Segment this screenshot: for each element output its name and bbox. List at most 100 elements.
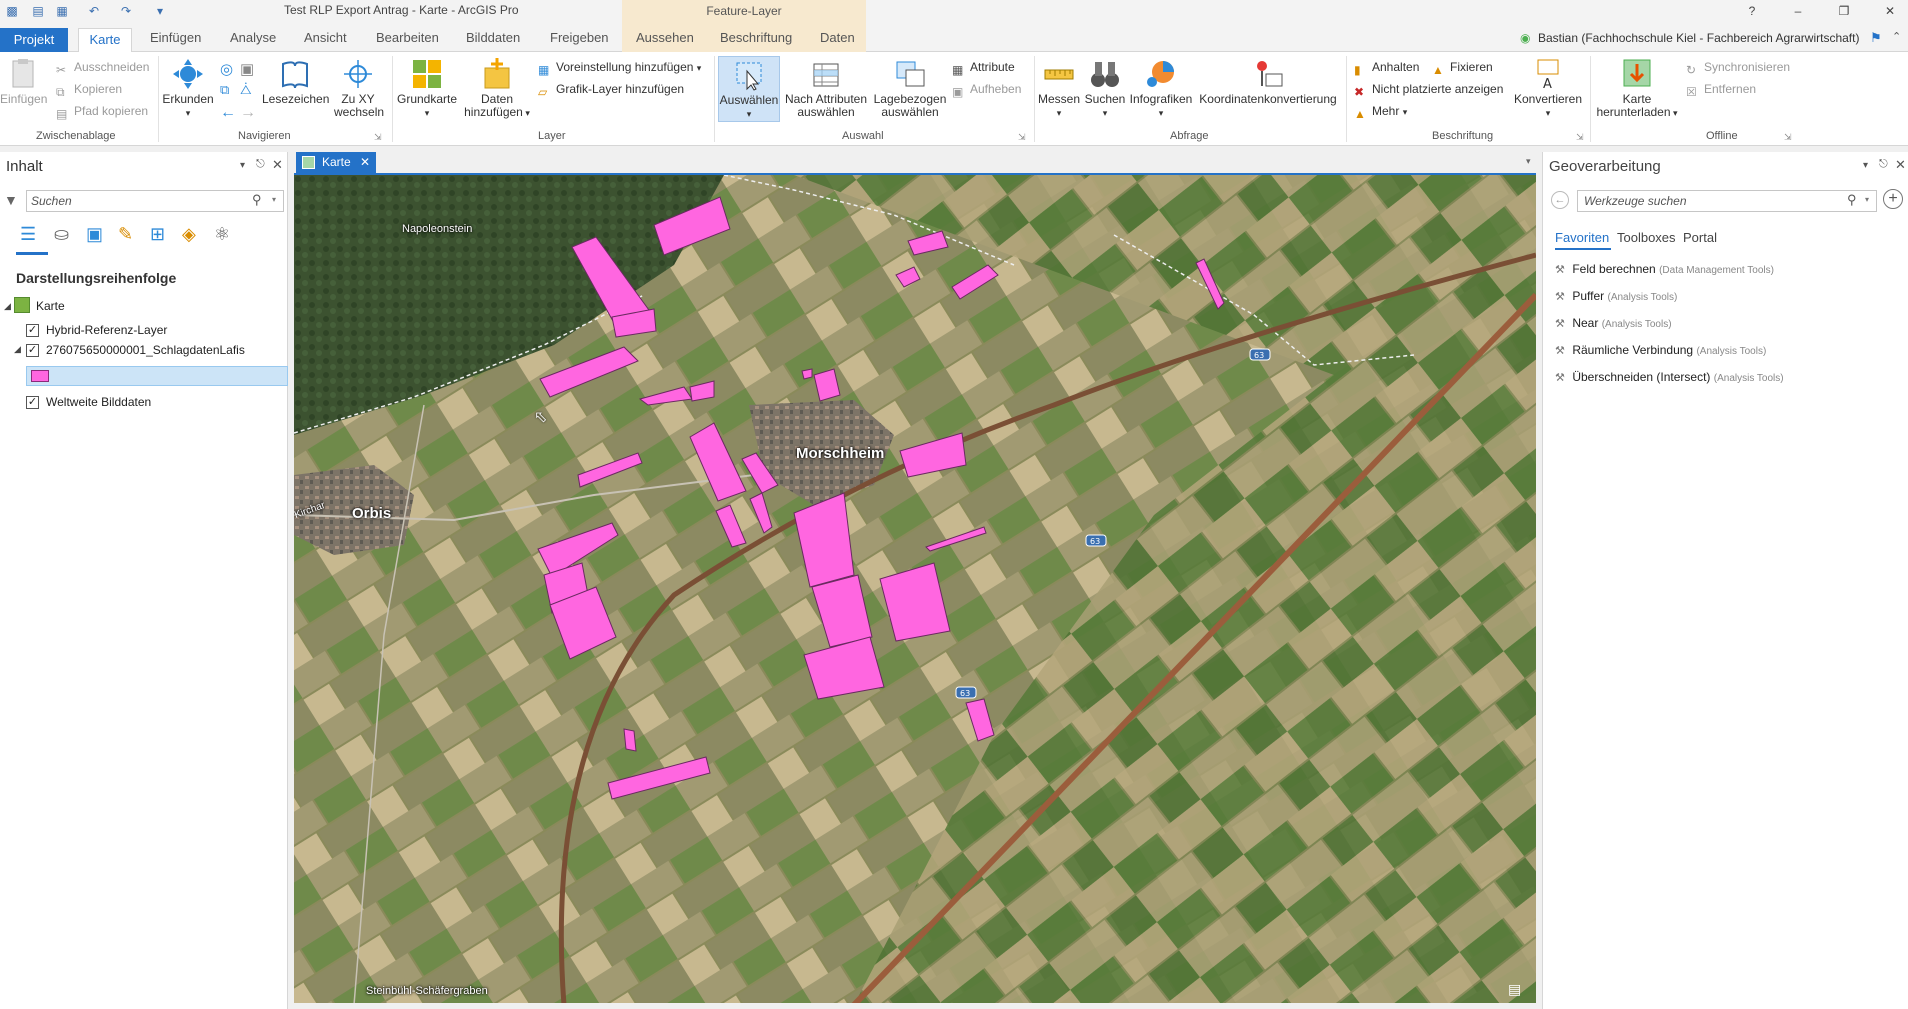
- add-graphics-layer-button[interactable]: ▱ Grafik-Layer hinzufügen: [538, 82, 684, 99]
- close-map-tab-icon[interactable]: ✕: [360, 152, 370, 173]
- tool-item[interactable]: ⚒ Puffer (Analysis Tools): [1555, 289, 1677, 303]
- clear-selection-button[interactable]: ▣ Aufheben: [952, 82, 1021, 99]
- more-labeling-button[interactable]: ▲ Mehr ▾: [1354, 104, 1407, 121]
- list-by-labeling-icon[interactable]: ◈: [182, 224, 196, 245]
- goto-xy-button[interactable]: Zu XY wechseln: [334, 58, 384, 119]
- pane-options-icon[interactable]: ▾: [240, 160, 245, 171]
- notification-icon[interactable]: ⚑: [1870, 30, 1882, 46]
- user-account[interactable]: Bastian (Fachhochschule Kiel - Fachberei…: [1538, 31, 1859, 45]
- copy-button[interactable]: ⧉ Kopieren: [56, 82, 122, 99]
- tab-beschriftung[interactable]: Beschriftung: [720, 30, 792, 45]
- locate-button[interactable]: Suchen ▾: [1084, 58, 1126, 120]
- redo-icon[interactable]: ↷: [118, 3, 134, 19]
- select-by-attributes-button[interactable]: Nach Attributen auswählen: [784, 58, 868, 119]
- previous-extent-icon[interactable]: ←: [220, 104, 236, 122]
- tool-item[interactable]: ⚒ Überschneiden (Intersect) (Analysis To…: [1555, 370, 1784, 384]
- dialog-launcher-icon[interactable]: ⇲: [374, 132, 382, 143]
- tool-item[interactable]: ⚒ Räumliche Verbindung (Analysis Tools): [1555, 343, 1766, 357]
- parcel[interactable]: [801, 368, 813, 380]
- close-pane-icon[interactable]: ✕: [272, 157, 283, 173]
- lock-labels-button[interactable]: ▲ Fixieren: [1432, 60, 1493, 77]
- add-icon[interactable]: +: [1883, 189, 1903, 209]
- dialog-launcher-icon[interactable]: ⇲: [1576, 132, 1584, 143]
- copy-path-button[interactable]: ▤ Pfad kopieren: [56, 104, 148, 121]
- next-extent-icon[interactable]: →: [240, 104, 256, 122]
- select-button[interactable]: Auswählen ▾: [718, 56, 780, 122]
- layer-hybrid-reference[interactable]: Hybrid-Referenz-Layer: [46, 323, 167, 337]
- basemap-button[interactable]: Grundkarte ▾: [396, 58, 458, 120]
- tab-favoriten[interactable]: Favoriten: [1555, 230, 1609, 245]
- explore-button[interactable]: Erkunden ▾: [162, 58, 214, 120]
- tool-search-input[interactable]: Werkzeuge suchen: [1577, 190, 1877, 212]
- tab-bearbeiten[interactable]: Bearbeiten: [376, 30, 439, 45]
- close-pane-icon[interactable]: ✕: [1895, 157, 1906, 173]
- list-by-source-icon[interactable]: ⛀: [54, 224, 69, 245]
- fixed-zoom-icon[interactable]: ▣: [240, 60, 254, 78]
- help-button[interactable]: ?: [1740, 2, 1764, 20]
- bookmarks-button[interactable]: Lesezeichen: [262, 58, 329, 106]
- pause-labeling-button[interactable]: ▮ Anhalten: [1354, 60, 1419, 77]
- coordinate-conversion-button[interactable]: Koordinatenkonvertierung: [1196, 58, 1340, 106]
- close-button[interactable]: ✕: [1878, 2, 1902, 20]
- tab-ansicht[interactable]: Ansicht: [304, 30, 347, 45]
- expand-layer-icon[interactable]: ◢: [14, 344, 21, 355]
- tool-item[interactable]: ⚒ Near (Analysis Tools): [1555, 316, 1672, 330]
- tab-karte[interactable]: Karte: [78, 28, 132, 53]
- map-view-tab[interactable]: Karte ✕: [296, 152, 376, 173]
- search-options-icon[interactable]: ▾: [272, 195, 276, 204]
- tab-bilddaten[interactable]: Bilddaten: [466, 30, 520, 45]
- tab-einfuegen[interactable]: Einfügen: [150, 30, 201, 45]
- collapse-ribbon-icon[interactable]: ⌃: [1892, 30, 1901, 43]
- pin-icon[interactable]: ⎋: [256, 158, 265, 171]
- layer-symbol-row[interactable]: [26, 366, 288, 386]
- sync-button[interactable]: ↻ Synchronisieren: [1686, 60, 1790, 77]
- restore-button[interactable]: ❐: [1832, 2, 1856, 20]
- attributes-button[interactable]: ▦ Attribute: [952, 60, 1015, 77]
- tab-projekt[interactable]: Projekt: [0, 28, 68, 52]
- convert-button[interactable]: A Konvertieren ▾: [1510, 58, 1586, 120]
- map-notes-icon[interactable]: ▤: [1508, 981, 1521, 998]
- select-by-location-button[interactable]: Lagebezogen auswählen: [870, 58, 950, 119]
- list-by-selection-icon[interactable]: ▣: [86, 224, 103, 245]
- infographics-button[interactable]: Infografiken ▾: [1128, 58, 1194, 120]
- cut-button[interactable]: ✂ Ausschneiden: [56, 60, 149, 77]
- add-data-button[interactable]: Daten hinzufügen ▾: [462, 58, 532, 120]
- customize-toolbar-icon[interactable]: ▾: [152, 3, 168, 19]
- layer-visibility-checkbox[interactable]: ✓: [26, 344, 39, 357]
- tab-daten[interactable]: Daten: [820, 30, 855, 45]
- measure-button[interactable]: Messen ▾: [1036, 58, 1082, 120]
- map-node[interactable]: Karte: [36, 299, 65, 313]
- layer-world-imagery[interactable]: Weltweite Bilddaten: [46, 395, 151, 409]
- tool-item[interactable]: ⚒ Feld berechnen (Data Management Tools): [1555, 262, 1774, 276]
- contents-search-input[interactable]: Suchen: [26, 190, 284, 212]
- parcel[interactable]: [623, 728, 637, 752]
- zoom-in-icon[interactable]: ⧉: [220, 82, 229, 98]
- list-by-perspective-icon[interactable]: ⚛: [214, 224, 230, 245]
- search-options-icon[interactable]: ▾: [1865, 195, 1869, 204]
- list-by-snapping-icon[interactable]: ⊞: [150, 224, 165, 245]
- tab-toolboxes[interactable]: Toolboxes: [1617, 230, 1676, 245]
- polygon-symbol-swatch[interactable]: [31, 370, 49, 382]
- map-canvas[interactable]: 63 63 63: [294, 175, 1536, 1003]
- tab-freigeben[interactable]: Freigeben: [550, 30, 609, 45]
- layer-visibility-checkbox[interactable]: ✓: [26, 324, 39, 337]
- full-extent-icon[interactable]: ◎: [220, 60, 233, 78]
- zoom-out-icon[interactable]: ⧊: [240, 82, 252, 98]
- add-preset-button[interactable]: ▦ Voreinstellung hinzufügen ▾: [538, 60, 701, 77]
- dialog-launcher-icon[interactable]: ⇲: [1018, 132, 1026, 143]
- pane-options-icon[interactable]: ▾: [1863, 160, 1868, 171]
- map-tabs-overflow-icon[interactable]: ▾: [1526, 156, 1531, 167]
- download-map-button[interactable]: Karte herunterladen ▾: [1594, 58, 1680, 120]
- list-by-editing-icon[interactable]: ✎: [118, 224, 133, 245]
- filter-icon[interactable]: ▼: [4, 192, 18, 208]
- paste-button[interactable]: Einfügen: [0, 58, 47, 106]
- layer-visibility-checkbox[interactable]: ✓: [26, 396, 39, 409]
- save-icon[interactable]: ▩: [4, 3, 20, 19]
- search-icon[interactable]: ⚲: [1847, 192, 1857, 208]
- minimize-button[interactable]: –: [1786, 2, 1810, 20]
- list-by-drawing-order-icon[interactable]: ☰: [20, 224, 36, 245]
- back-icon[interactable]: ←: [1551, 191, 1569, 209]
- tab-aussehen[interactable]: Aussehen: [636, 30, 694, 45]
- tab-portal[interactable]: Portal: [1683, 230, 1717, 245]
- pin-icon[interactable]: ⎋: [1879, 158, 1888, 171]
